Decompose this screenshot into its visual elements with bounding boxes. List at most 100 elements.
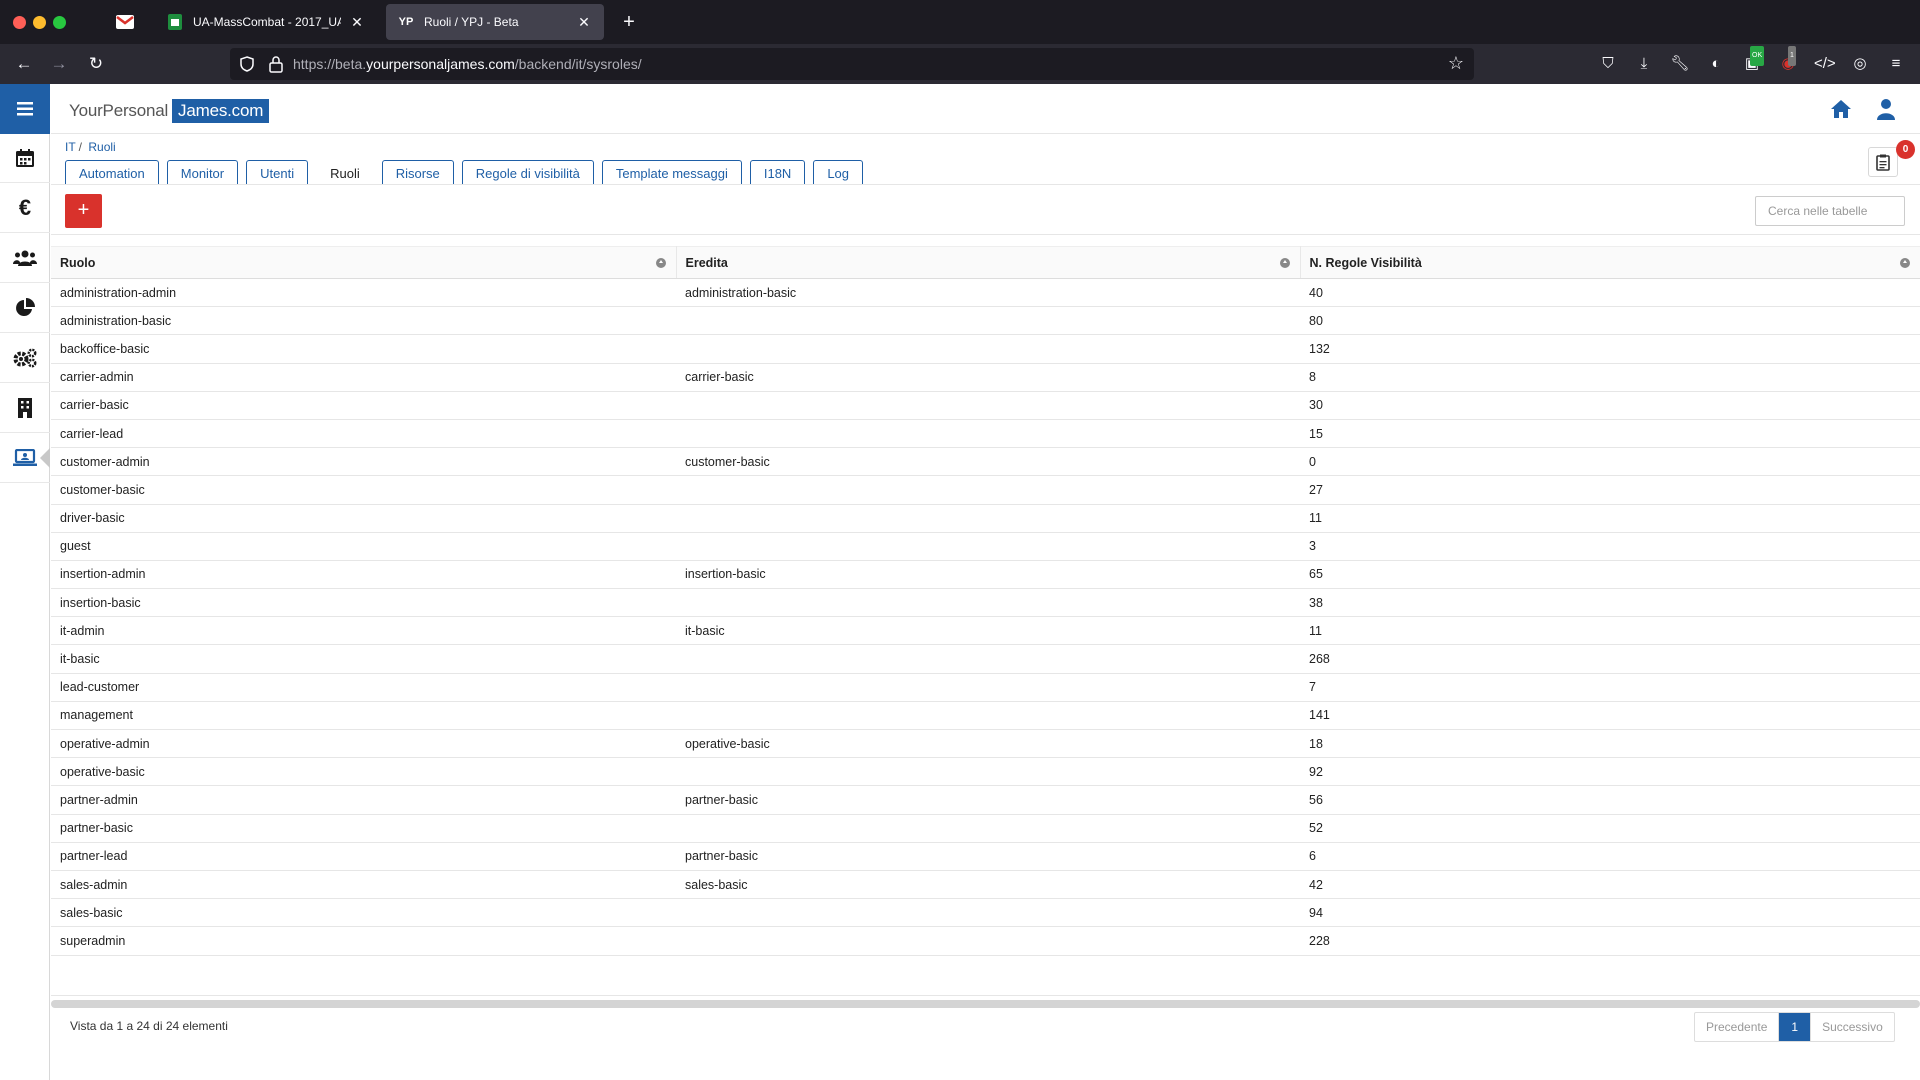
cell-eredita: insertion-basic <box>676 560 1300 590</box>
sidebar-item-users[interactable] <box>0 234 50 283</box>
pinned-tab-gmail[interactable] <box>110 6 140 38</box>
horizontal-scrollbar[interactable] <box>51 1000 1920 1008</box>
sidebar-item-building[interactable] <box>0 384 50 433</box>
sort-icon[interactable] <box>655 258 666 268</box>
forward-arrow-icon[interactable]: → <box>47 52 71 76</box>
close-icon[interactable]: ✕ <box>349 14 365 31</box>
table-row[interactable]: driver-basic 11 <box>51 504 1920 533</box>
table-search-input[interactable] <box>1755 196 1905 226</box>
cell-eredita <box>676 532 1300 561</box>
table-row[interactable]: partner-admin partner-basic 56 <box>51 785 1920 815</box>
sheets-icon <box>167 14 183 30</box>
breadcrumb-current[interactable]: Ruoli <box>88 140 115 154</box>
cell-ruolo: it-basic <box>51 644 676 674</box>
sidebar-menu-button[interactable] <box>0 84 50 134</box>
table-row[interactable]: sales-basic 94 <box>51 898 1920 928</box>
table-row[interactable]: management 141 <box>51 701 1920 731</box>
extension-ok-icon[interactable]: ▣OK <box>1742 46 1765 74</box>
column-header-ruolo[interactable]: Ruolo <box>51 246 677 279</box>
notifications-button[interactable] <box>1868 147 1898 177</box>
table-row[interactable]: operative-admin operative-basic 18 <box>51 729 1920 759</box>
window-minimize-button[interactable] <box>33 16 46 29</box>
cell-eredita: administration-basic <box>676 278 1300 308</box>
tab-regole-visibilita[interactable]: Regole di visibilità <box>461 160 594 185</box>
table-row[interactable]: administration-admin administration-basic… <box>51 278 1920 308</box>
pagination-prev-button[interactable]: Precedente <box>1695 1013 1780 1041</box>
pagination-next-button[interactable]: Successivo <box>1810 1013 1894 1041</box>
hamburger-menu-icon[interactable]: ≡ <box>1886 54 1906 74</box>
new-tab-plus-icon[interactable]: + <box>617 10 641 34</box>
tab-template-messaggi[interactable]: Template messaggi <box>601 160 742 185</box>
column-header-regole[interactable]: N. Regole Visibilità <box>1300 246 1920 279</box>
cell-ruolo: carrier-lead <box>51 419 676 449</box>
tab-log[interactable]: Log <box>813 160 864 185</box>
wrench-icon[interactable]: 🔧︎ <box>1670 54 1690 74</box>
table-row[interactable]: sales-admin sales-basic 42 <box>51 870 1920 900</box>
cell-ruolo: sales-basic <box>51 898 676 928</box>
table-row[interactable]: insertion-admin insertion-basic 65 <box>51 560 1920 590</box>
table-row[interactable]: backoffice-basic 132 <box>51 334 1920 364</box>
breadcrumb-root-link[interactable]: IT <box>65 140 76 154</box>
sort-icon[interactable] <box>1279 258 1290 268</box>
column-header-eredita[interactable]: Eredita <box>676 246 1301 279</box>
bookmark-star-icon[interactable]: ☆ <box>1448 53 1464 74</box>
cell-regole: 15 <box>1300 419 1920 449</box>
tab-ruoli[interactable]: Ruoli <box>316 160 374 185</box>
table-row[interactable]: lead-customer 7 <box>51 673 1920 702</box>
user-icon[interactable] <box>1876 98 1896 120</box>
browser-tab-active[interactable]: YP Ruoli / YPJ - Beta ✕ <box>386 4 604 40</box>
sidebar-item-calendar[interactable] <box>0 134 50 183</box>
cell-regole: 27 <box>1300 475 1920 505</box>
table-row[interactable]: carrier-lead 15 <box>51 419 1920 449</box>
table-row[interactable]: carrier-admin carrier-basic 8 <box>51 363 1920 392</box>
app-sidebar: € <box>0 84 50 1080</box>
table-body: administration-admin administration-basic… <box>51 278 1920 956</box>
cell-eredita <box>676 306 1300 336</box>
table-row[interactable]: partner-basic 52 <box>51 814 1920 843</box>
table-row[interactable]: operative-basic 92 <box>51 757 1920 787</box>
extension-red-icon[interactable]: ◉1 <box>1778 46 1798 74</box>
browser-tab[interactable]: UA-MassCombat - 2017_UAMassCombat ✕ <box>155 4 377 40</box>
table-row[interactable]: administration-basic 80 <box>51 306 1920 336</box>
cell-ruolo: customer-basic <box>51 475 676 505</box>
account-circle-icon[interactable]: ◎ <box>1850 54 1870 74</box>
sort-icon[interactable] <box>1900 258 1910 268</box>
sidebar-item-settings[interactable] <box>0 334 50 383</box>
code-icon[interactable]: </> <box>1814 54 1836 74</box>
table-row[interactable]: guest 3 <box>51 532 1920 561</box>
window-close-button[interactable] <box>13 16 26 29</box>
sidebar-item-euro[interactable]: € <box>0 184 50 233</box>
table-row[interactable]: partner-lead partner-basic 6 <box>51 842 1920 871</box>
table-row[interactable]: it-admin it-basic 11 <box>51 616 1920 646</box>
building-icon <box>18 398 32 418</box>
cell-ruolo: insertion-basic <box>51 588 676 618</box>
tab-utenti[interactable]: Utenti <box>246 160 309 185</box>
tab-risorse[interactable]: Risorse <box>381 160 454 185</box>
extension-icon[interactable]: ◐ <box>1706 54 1726 74</box>
cell-regole: 38 <box>1300 588 1920 618</box>
table-row[interactable]: carrier-basic 30 <box>51 391 1920 420</box>
app-logo[interactable]: YourPersonal James.com <box>69 98 270 124</box>
sidebar-item-reports[interactable] <box>0 284 50 333</box>
tab-monitor[interactable]: Monitor <box>166 160 239 185</box>
tab-automation[interactable]: Automation <box>65 160 159 185</box>
cell-regole: 52 <box>1300 814 1920 843</box>
window-zoom-button[interactable] <box>53 16 66 29</box>
cell-regole: 7 <box>1300 673 1920 702</box>
pocket-icon[interactable]: ⛉ <box>1598 54 1618 74</box>
table-row[interactable]: insertion-basic 38 <box>51 588 1920 618</box>
home-icon[interactable] <box>1830 99 1852 119</box>
back-arrow-icon[interactable]: ← <box>12 52 36 76</box>
reload-icon[interactable]: ↻ <box>84 52 108 76</box>
cell-eredita <box>676 814 1300 843</box>
add-role-button[interactable]: + <box>65 194 102 228</box>
table-row[interactable]: customer-admin customer-basic 0 <box>51 447 1920 477</box>
table-row[interactable]: superadmin 228 <box>51 926 1920 956</box>
close-icon[interactable]: ✕ <box>576 14 592 31</box>
url-bar[interactable]: https://beta.yourpersonaljames.com/backe… <box>230 48 1474 80</box>
table-row[interactable]: customer-basic 27 <box>51 475 1920 505</box>
downloads-icon[interactable]: ⤓ <box>1634 54 1654 74</box>
tab-i18n[interactable]: I18N <box>749 160 806 185</box>
pagination-page-button[interactable]: 1 <box>1779 1013 1811 1041</box>
table-row[interactable]: it-basic 268 <box>51 644 1920 674</box>
